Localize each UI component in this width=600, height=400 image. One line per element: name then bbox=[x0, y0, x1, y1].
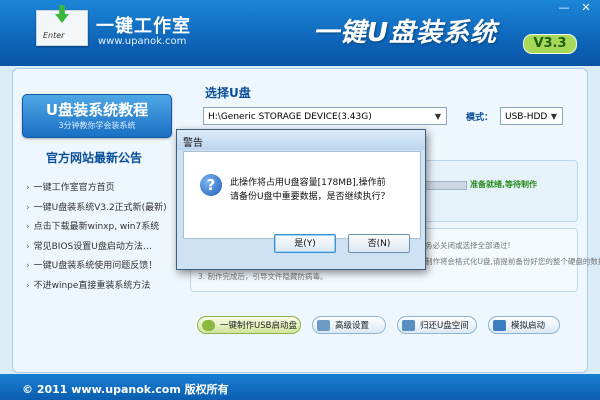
advanced-settings-button[interactable]: 高级设置 bbox=[312, 316, 386, 334]
restore-space-button[interactable]: 归还U盘空间 bbox=[397, 316, 477, 334]
download-arrow-icon bbox=[55, 5, 69, 23]
news-list: › 一键工作室官方首页 › 一键U盘装系统V3.2正式新(最新) › 点击下载最新wi… bbox=[26, 180, 167, 297]
no-button[interactable]: 否(N) bbox=[348, 234, 410, 253]
info-line: 务必关闭或选择全部通过! bbox=[425, 241, 511, 250]
yes-button[interactable]: 是(Y) bbox=[274, 234, 336, 253]
monitor-icon bbox=[493, 320, 506, 331]
news-item-label: 一键工作室官方首页 bbox=[33, 183, 115, 193]
disk-icon bbox=[402, 320, 415, 331]
app-window: Enter 一键工作室 www.upanok.com 一键U盘装系统 — ✕ V… bbox=[0, 0, 600, 400]
dialog-titlebar[interactable]: 警告 bbox=[177, 130, 425, 150]
footer-bar: © 2011 www.upanok.com 版权所有 bbox=[0, 374, 600, 400]
news-item-label: 一键U盘装系统V3.2正式新(最新) bbox=[33, 202, 167, 213]
news-item[interactable]: › 一键工作室官方首页 bbox=[26, 180, 167, 200]
make-usb-boot-button[interactable]: 一键制作USB启动盘 bbox=[197, 316, 301, 334]
tutorial-subtitle: 3分钟教你学会装系统 bbox=[58, 121, 136, 130]
news-item[interactable]: › 一键U盘装系统使用问题反馈！ bbox=[26, 258, 167, 278]
mode-value: USB-HDD bbox=[505, 112, 548, 122]
status-text: 准备就绪,等待制作 bbox=[470, 180, 538, 189]
chevron-down-icon: ▼ bbox=[550, 112, 557, 121]
tutorial-title: U盘装系统教程 bbox=[45, 101, 149, 119]
close-button[interactable]: ✕ bbox=[575, 0, 597, 16]
news-item-label: 不进winpe直接重装系统方法 bbox=[33, 280, 151, 291]
logo-enter-text: Enter bbox=[43, 31, 65, 40]
chevron-down-icon: ▼ bbox=[434, 112, 441, 121]
info-line: 3. 制作完成后，引导文件隐藏防病毒。 bbox=[198, 272, 328, 281]
dialog-message-line1: 此操作将占用U盘容量[178MB],操作前 bbox=[230, 178, 386, 188]
app-title: 一键U盘装系统 bbox=[313, 18, 498, 48]
advanced-settings-label: 高级设置 bbox=[335, 321, 370, 331]
question-icon: ? bbox=[200, 174, 222, 196]
mode-select[interactable]: USB-HDD ▼ bbox=[500, 107, 563, 125]
bullet-icon: › bbox=[26, 261, 30, 271]
copyright-text: © 2011 www.upanok.com 版权所有 bbox=[22, 383, 229, 396]
make-usb-boot-label: 一键制作USB启动盘 bbox=[220, 321, 297, 331]
bullet-icon: › bbox=[26, 202, 30, 213]
version-badge: V3.3 bbox=[523, 34, 577, 54]
restore-space-label: 归还U盘空间 bbox=[420, 321, 469, 331]
usb-icon bbox=[202, 320, 215, 331]
bullet-icon: › bbox=[26, 280, 30, 291]
news-item[interactable]: › 常见BIOS设置U盘启动方法… bbox=[26, 239, 167, 259]
header-bar: Enter 一键工作室 www.upanok.com 一键U盘装系统 — ✕ V… bbox=[0, 0, 600, 66]
info-line: 制作将会格式化U盘,请提前备份好您的整个硬盘的数据。 bbox=[425, 257, 600, 266]
bullet-icon: › bbox=[26, 222, 30, 232]
settings-icon bbox=[317, 320, 330, 331]
dialog-message-line2: 请备份U盘中重要数据，是否继续执行？ bbox=[230, 192, 390, 202]
device-select[interactable]: H:\Generic STORAGE DEVICE(3.43G) ▼ bbox=[203, 107, 447, 125]
tutorial-button[interactable]: U盘装系统教程 3分钟教你学会装系统 bbox=[22, 94, 172, 138]
brand-url: www.upanok.com bbox=[98, 36, 187, 47]
news-item-label: 常见BIOS设置U盘启动方法… bbox=[33, 241, 152, 252]
simulate-boot-label: 模拟启动 bbox=[511, 321, 546, 331]
news-item-label: 一键U盘装系统使用问题反馈！ bbox=[33, 261, 158, 271]
news-item[interactable]: › 点击下载最新winxp, win7系统 bbox=[26, 219, 167, 239]
news-item[interactable]: › 不进winpe直接重装系统方法 bbox=[26, 278, 167, 298]
bullet-icon: › bbox=[26, 183, 30, 193]
device-value: H:\Generic STORAGE DEVICE(3.43G) bbox=[208, 112, 372, 122]
select-usb-label: 选择U盘 bbox=[205, 86, 251, 100]
news-item[interactable]: › 一键U盘装系统V3.2正式新(最新) bbox=[26, 200, 167, 220]
minimize-button[interactable]: — bbox=[553, 0, 575, 16]
logo: Enter bbox=[36, 5, 88, 46]
simulate-boot-button[interactable]: 模拟启动 bbox=[488, 316, 560, 334]
dialog-title: 警告 bbox=[183, 138, 203, 149]
bullet-icon: › bbox=[26, 241, 30, 252]
mode-label: 模式： bbox=[466, 113, 494, 123]
news-title: 官方网站最新公告 bbox=[46, 151, 143, 165]
brand-name: 一键工作室 bbox=[96, 16, 191, 37]
news-item-label: 点击下载最新winxp, win7系统 bbox=[33, 222, 160, 232]
